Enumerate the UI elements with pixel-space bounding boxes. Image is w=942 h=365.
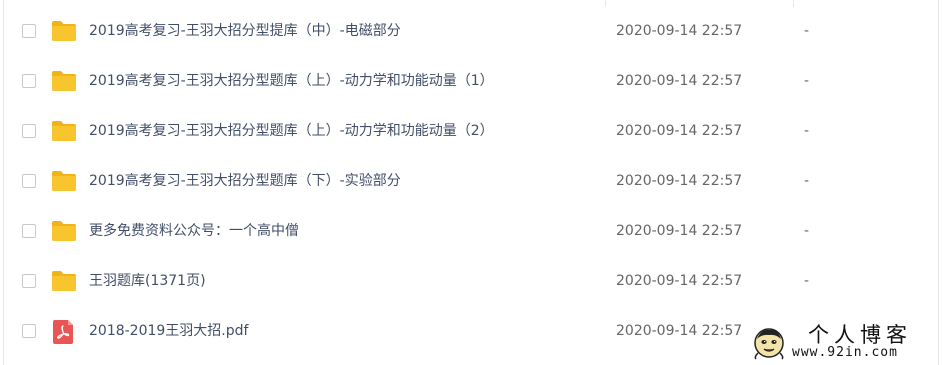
watermark-url: www.92in.com: [792, 345, 898, 360]
file-size: -: [804, 223, 810, 239]
column-divider: [605, 0, 606, 7]
modified-date: 2020-09-14 22:57: [616, 173, 743, 189]
mascot-logo-icon: [752, 326, 786, 360]
file-name-link[interactable]: 2018-2019王羽大招.pdf: [89, 322, 248, 340]
modified-date: 2020-09-14 22:57: [616, 123, 743, 139]
folder-icon: [51, 170, 77, 192]
row-checkbox[interactable]: [22, 124, 36, 138]
modified-date: 2020-09-14 22:57: [616, 273, 743, 289]
pdf-icon: [51, 320, 77, 344]
file-row[interactable]: 2019高考复习-王羽大招分型题库（下）-实验部分 2020-09-14 22:…: [0, 157, 942, 207]
folder-icon: [51, 120, 77, 142]
file-name-link[interactable]: 2019高考复习-王羽大招分型题库（上）-动力学和功能动量（2）: [89, 122, 494, 140]
modified-date: 2020-09-14 22:57: [616, 323, 743, 339]
folder-icon: [51, 20, 77, 42]
row-checkbox[interactable]: [22, 24, 36, 38]
file-row[interactable]: 王羽题库(1371页) 2020-09-14 22:57 -: [0, 257, 942, 307]
row-checkbox[interactable]: [22, 224, 36, 238]
file-name-link[interactable]: 2019高考复习-王羽大招分型提库（中）-电磁部分: [89, 22, 401, 40]
row-checkbox[interactable]: [22, 274, 36, 288]
folder-icon: [51, 270, 77, 292]
file-row[interactable]: 2019高考复习-王羽大招分型提库（中）-电磁部分 2020-09-14 22:…: [0, 7, 942, 57]
file-row[interactable]: 更多免费资料公众号：一个高中僧 2020-09-14 22:57 -: [0, 207, 942, 257]
file-row[interactable]: 2019高考复习-王羽大招分型题库（上）-动力学和功能动量（2） 2020-09…: [0, 107, 942, 157]
modified-date: 2020-09-14 22:57: [616, 73, 743, 89]
modified-date: 2020-09-14 22:57: [616, 23, 743, 39]
file-row[interactable]: 2019高考复习-王羽大招分型题库（上）-动力学和功能动量（1） 2020-09…: [0, 57, 942, 107]
file-name-link[interactable]: 王羽题库(1371页): [89, 272, 206, 290]
row-checkbox[interactable]: [22, 74, 36, 88]
row-checkbox[interactable]: [22, 324, 36, 338]
file-size: -: [804, 23, 810, 39]
file-size: -: [804, 123, 810, 139]
folder-icon: [51, 220, 77, 242]
file-list: 2019高考复习-王羽大招分型提库（中）-电磁部分 2020-09-14 22:…: [0, 7, 942, 357]
blog-watermark: 个人博客 www.92in.com: [744, 322, 940, 365]
file-name-link[interactable]: 2019高考复习-王羽大招分型题库（下）-实验部分: [89, 172, 401, 190]
column-divider: [793, 0, 794, 7]
folder-icon: [51, 70, 77, 92]
file-size: -: [804, 73, 810, 89]
modified-date: 2020-09-14 22:57: [616, 223, 743, 239]
file-size: -: [804, 173, 810, 189]
file-name-link[interactable]: 2019高考复习-王羽大招分型题库（上）-动力学和功能动量（1）: [89, 72, 494, 90]
watermark-title: 个人博客: [808, 323, 912, 347]
row-checkbox[interactable]: [22, 174, 36, 188]
file-name-link[interactable]: 更多免费资料公众号：一个高中僧: [89, 222, 299, 240]
file-size: -: [804, 273, 810, 289]
